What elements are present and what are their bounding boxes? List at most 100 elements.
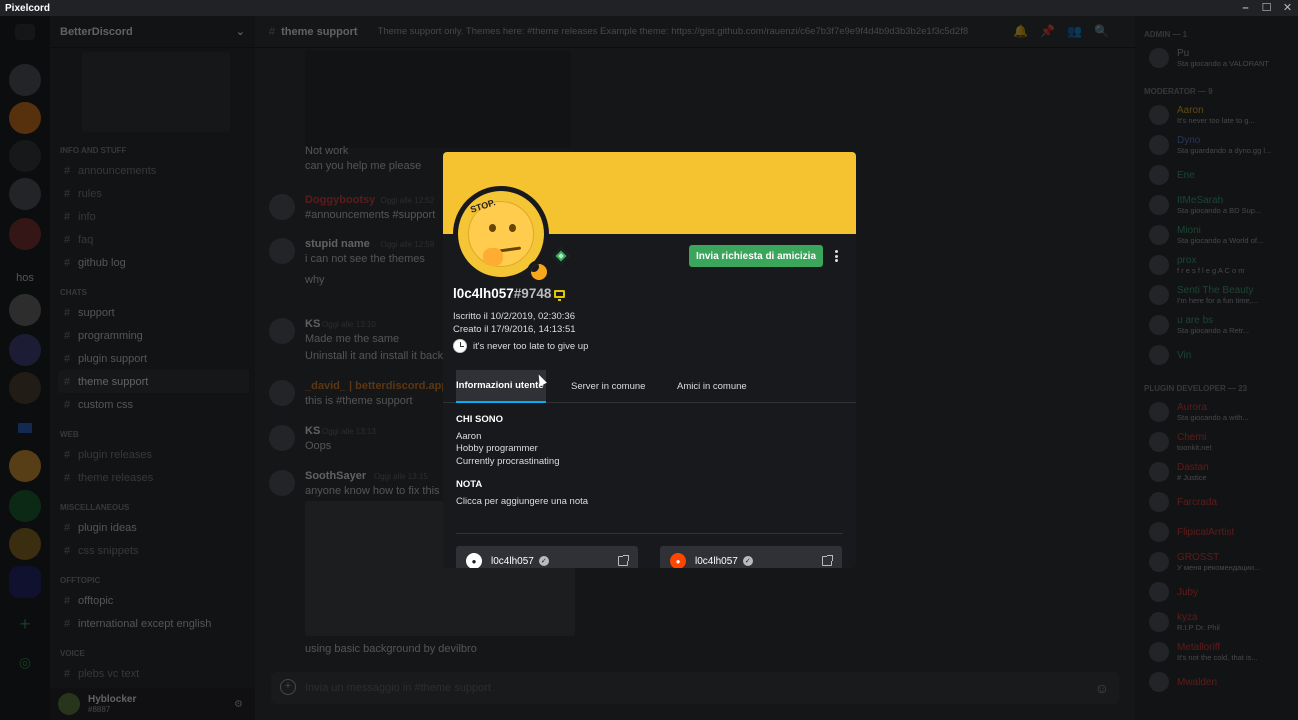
member-item[interactable]: Metalloriff It's not the cold, that is... — [1135, 637, 1298, 667]
channel-item[interactable]: # programming — [50, 324, 255, 347]
member-item[interactable]: Cherni toonkit.net — [1135, 427, 1298, 457]
channel-item[interactable]: # theme releases — [50, 466, 255, 489]
tab-mutual-friends[interactable]: Amici in comune — [677, 370, 747, 403]
member-item[interactable]: Mioni Sta giocando a World of... — [1135, 220, 1298, 250]
avatar[interactable] — [269, 318, 295, 344]
avatar[interactable] — [269, 470, 295, 496]
server-icon[interactable] — [9, 334, 41, 366]
add-friend-button[interactable]: Invia richiesta di amicizia — [689, 245, 823, 267]
avatar[interactable] — [269, 238, 295, 264]
message-author[interactable]: KS — [305, 425, 320, 437]
channel-item[interactable]: # rules — [50, 182, 255, 205]
server-icon[interactable] — [9, 294, 41, 326]
server-folder-label[interactable]: hos — [9, 262, 41, 294]
server-icon[interactable] — [9, 490, 41, 522]
explore-icon[interactable]: ◎ — [9, 646, 41, 678]
inbox-icon[interactable] — [15, 24, 35, 40]
message-author[interactable]: Doggybootsy — [305, 194, 375, 206]
channel-item[interactable]: # custom css — [50, 393, 255, 416]
member-item[interactable]: GROSST У меня рекомендации... — [1135, 547, 1298, 577]
tab-mutual-servers[interactable]: Server in comune — [571, 370, 645, 403]
channel-item[interactable]: # faq — [50, 228, 255, 251]
channel-category[interactable]: CHATS — [60, 288, 255, 297]
member-item[interactable]: Dyno Sta guardando a dyno.gg l... — [1135, 130, 1298, 160]
add-server-icon[interactable]: + — [9, 608, 41, 640]
server-icon[interactable] — [9, 178, 41, 210]
message-author[interactable]: _david_ | betterdiscord.app — [305, 380, 448, 392]
member-item[interactable]: Farcrada — [1135, 487, 1298, 517]
member-item[interactable]: Ene — [1135, 160, 1298, 190]
member-item[interactable]: Vin — [1135, 340, 1298, 370]
add-attachment-icon[interactable]: + — [280, 679, 296, 695]
guild-header[interactable]: BetterDiscord ⌄ — [50, 16, 255, 48]
channel-item[interactable]: # support — [50, 301, 255, 324]
message-author[interactable]: SoothSayer — [305, 470, 366, 482]
betterdiscord-server-icon[interactable] — [9, 566, 41, 598]
member-item[interactable]: Aaron It's never too late to g... — [1135, 100, 1298, 130]
server-icon[interactable] — [9, 102, 41, 134]
server-icon[interactable] — [9, 372, 41, 404]
avatar[interactable] — [269, 425, 295, 451]
avatar[interactable] — [58, 693, 80, 715]
member-name: Dyno — [1177, 135, 1201, 146]
member-activity: It's never too late to g... — [1177, 116, 1255, 125]
channel-item[interactable]: # plugin releases — [50, 443, 255, 466]
member-item[interactable]: Aurora Sta giocando a with... — [1135, 397, 1298, 427]
emoji-icon[interactable]: ☺ — [1095, 680, 1109, 696]
message-text: Uninstall it and install it back — [305, 350, 444, 362]
channel-item[interactable]: # css snippets — [50, 539, 255, 562]
channel-item[interactable]: # github log — [50, 251, 255, 274]
hypesquad-badge-icon[interactable] — [552, 247, 570, 265]
external-link-icon[interactable] — [618, 555, 629, 566]
member-item[interactable]: u are bs Sta giocando a Retr... — [1135, 310, 1298, 340]
maximize-button[interactable]: ☐ — [1256, 0, 1277, 16]
channel-label: announcements — [78, 164, 157, 177]
member-item[interactable]: Juby — [1135, 577, 1298, 607]
channel-item[interactable]: # plugin support — [50, 347, 255, 370]
member-item[interactable]: Senti The Beauty I'm here for a fun time,… — [1135, 280, 1298, 310]
channel-category[interactable]: WEB — [60, 430, 255, 439]
channel-category[interactable]: VOICE — [60, 649, 255, 658]
folder-icon[interactable] — [9, 412, 41, 444]
channel-category[interactable]: MISCELLANEOUS — [60, 503, 255, 512]
member-item[interactable]: prox f r e s f l e g A C o m — [1135, 250, 1298, 280]
server-icon[interactable] — [9, 218, 41, 250]
message-input[interactable]: + Invia un messaggio in #theme support ☺ — [271, 672, 1119, 704]
clock-icon — [453, 339, 467, 353]
connection-github: ● l0c4lh057 ✓ — [456, 546, 638, 568]
message-author[interactable]: stupid name — [305, 238, 370, 250]
message-author[interactable]: KS — [305, 318, 320, 330]
channel-item[interactable]: # plebs vc text — [50, 662, 255, 685]
member-item[interactable]: kyza R.I.P Dr. Phil — [1135, 607, 1298, 637]
member-item[interactable]: Dastan # Justice — [1135, 457, 1298, 487]
channel-item[interactable]: # announcements — [50, 159, 255, 182]
header-toolbar-icons[interactable]: 🔔📌👥🔍 — [1013, 24, 1121, 38]
member-item[interactable]: FlipicalArrtist — [1135, 517, 1298, 547]
channel-category[interactable]: INFO AND STUFF — [60, 146, 255, 155]
note-input[interactable]: Clicca per aggiungere una nota — [456, 496, 588, 507]
external-link-icon[interactable] — [822, 555, 833, 566]
member-item[interactable]: ItMeSarah Sta giocando a BD Sup... — [1135, 190, 1298, 220]
channel-item[interactable]: # info — [50, 205, 255, 228]
message-text: Not work — [305, 145, 349, 157]
channel-item[interactable]: # offtopic — [50, 589, 255, 612]
channel-item[interactable]: # international except english — [50, 612, 255, 635]
tab-user-info[interactable]: Informazioni utente — [456, 370, 546, 403]
member-item[interactable]: Mwalden — [1135, 667, 1298, 697]
member-item[interactable]: Pu Sta giocando a VALORANT — [1135, 43, 1298, 73]
minimize-button[interactable]: – — [1235, 0, 1256, 16]
avatar[interactable] — [269, 380, 295, 406]
server-icon[interactable] — [9, 64, 41, 96]
channel-item[interactable]: # theme support — [58, 370, 249, 393]
channel-item[interactable]: # plugin ideas — [50, 516, 255, 539]
server-icon[interactable] — [9, 528, 41, 560]
gear-icon[interactable]: ⚙ — [234, 699, 243, 710]
server-icon[interactable] — [9, 450, 41, 482]
member-activity: У меня рекомендации... — [1177, 563, 1261, 572]
close-button[interactable]: ✕ — [1277, 0, 1298, 16]
member-activity: toonkit.net — [1177, 443, 1212, 452]
more-options-icon[interactable] — [831, 248, 841, 264]
avatar[interactable] — [269, 194, 295, 220]
server-icon[interactable] — [9, 140, 41, 172]
channel-category[interactable]: OFFTOPIC — [60, 576, 255, 585]
